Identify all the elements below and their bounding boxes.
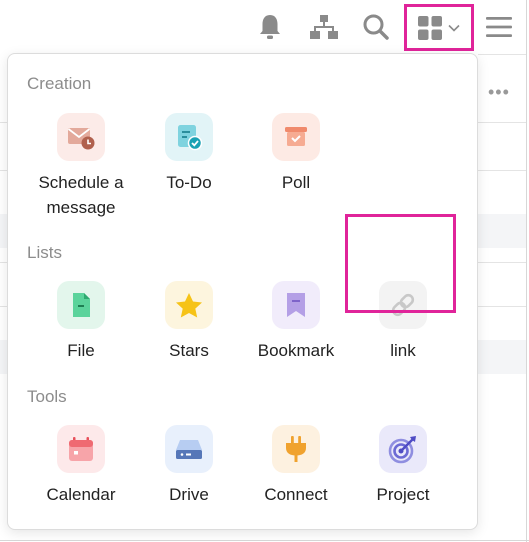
link-tile-highlight xyxy=(345,214,456,313)
app-tile-label: Calendar xyxy=(46,485,116,504)
background-divider xyxy=(478,306,526,307)
bookmark-icon xyxy=(272,281,320,329)
file-icon xyxy=(57,281,105,329)
search-icon[interactable] xyxy=(361,10,391,44)
app-tile-label: Schedule a message xyxy=(38,173,124,217)
app-tile-calendar[interactable]: Calendar xyxy=(27,425,135,507)
calendar-icon xyxy=(57,425,105,473)
app-tile-todo[interactable]: To-Do xyxy=(135,113,243,195)
apps-grid-icon xyxy=(418,15,442,40)
background-divider xyxy=(478,262,526,263)
app-tile-drive[interactable]: Drive xyxy=(135,425,243,507)
chevron-down-icon xyxy=(448,24,460,32)
background-divider xyxy=(478,54,526,55)
apps-menu-button[interactable] xyxy=(404,4,474,51)
section-title-tools: Tools xyxy=(27,387,67,406)
app-tile-label: link xyxy=(390,341,416,360)
more-options-icon[interactable]: ••• xyxy=(488,82,510,103)
section-title-lists: Lists xyxy=(27,243,62,262)
bell-icon[interactable] xyxy=(255,10,285,44)
app-tile-label: Connect xyxy=(264,485,328,504)
app-tile-schedule-message[interactable]: Schedule a message xyxy=(27,113,135,220)
poll-box-icon xyxy=(272,113,320,161)
hamburger-menu-icon[interactable] xyxy=(484,10,514,44)
frame-border-right xyxy=(526,0,527,542)
frame-border-bottom xyxy=(0,540,529,541)
app-tile-label: File xyxy=(67,341,95,360)
scheduled-mail-icon xyxy=(57,113,105,161)
app-tile-project[interactable]: Project xyxy=(349,425,457,507)
background-divider xyxy=(478,170,526,171)
todo-icon xyxy=(165,113,213,161)
app-tile-label: Stars xyxy=(169,341,209,360)
app-tile-poll[interactable]: Poll xyxy=(242,113,350,195)
app-tile-connect[interactable]: Connect xyxy=(242,425,350,507)
app-tile-bookmark[interactable]: Bookmark xyxy=(242,281,350,363)
app-tile-label: To-Do xyxy=(166,173,212,192)
section-title-creation: Creation xyxy=(27,74,92,93)
app-tile-label: Drive xyxy=(169,485,209,504)
plug-icon xyxy=(272,425,320,473)
app-tile-label: Bookmark xyxy=(257,341,335,360)
app-tile-label: Project xyxy=(376,485,430,504)
background-divider xyxy=(478,122,526,123)
star-icon xyxy=(165,281,213,329)
org-chart-icon[interactable] xyxy=(309,10,339,44)
drive-icon xyxy=(165,425,213,473)
target-icon xyxy=(379,425,427,473)
background-row-highlight xyxy=(478,340,526,374)
app-tile-label: Poll xyxy=(281,173,311,192)
app-tile-file[interactable]: File xyxy=(27,281,135,363)
top-toolbar xyxy=(0,0,529,54)
app-tile-stars[interactable]: Stars xyxy=(135,281,243,363)
background-row-highlight xyxy=(478,214,526,248)
